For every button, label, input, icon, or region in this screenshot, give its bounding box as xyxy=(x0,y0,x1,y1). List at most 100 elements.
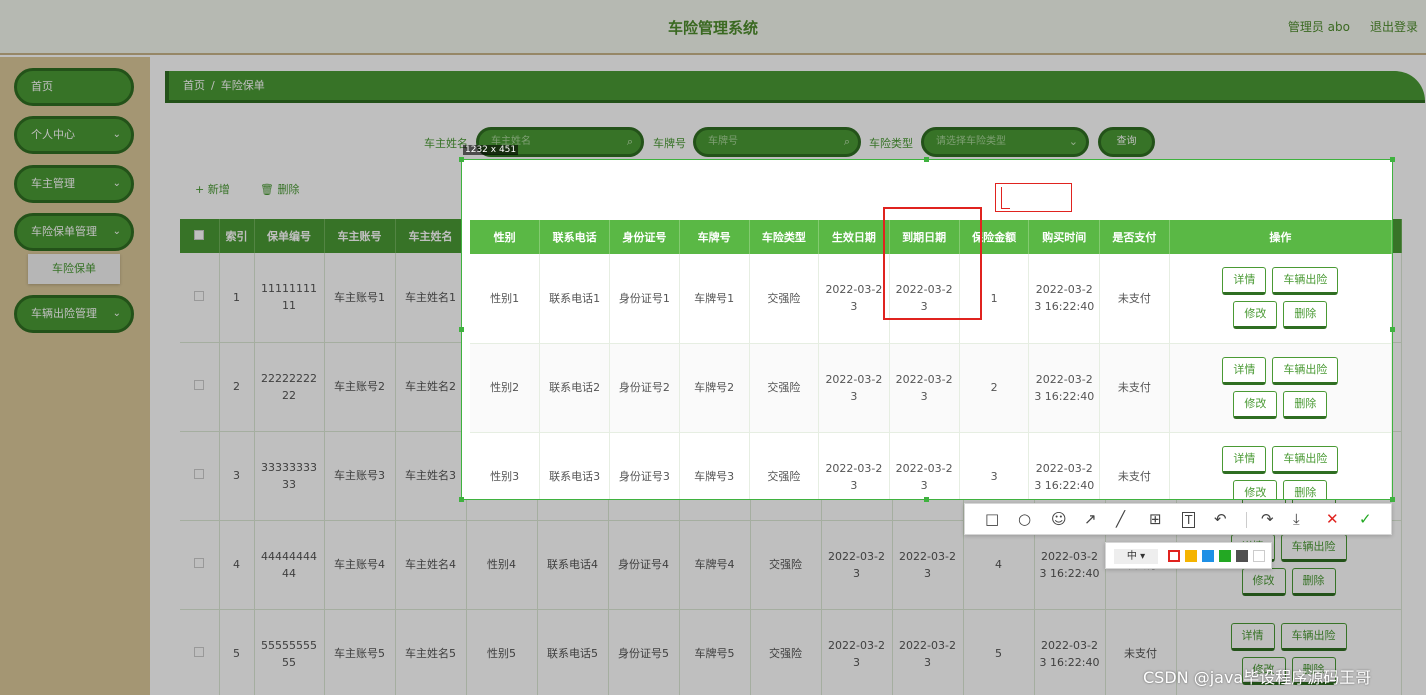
resize-handle[interactable] xyxy=(459,327,464,332)
color-picker-bar: 中 ▾ xyxy=(1105,542,1272,569)
detail-button[interactable]: 详情 xyxy=(1222,267,1267,296)
column-header: 性别 xyxy=(470,220,541,254)
table-row: 性别3 联系电话3 身份证号3 车牌号3 交强险 2022-03-2 3 2022-03-2 3… xyxy=(470,432,1392,499)
table-row: 性别2 联系电话2 身份证号2 车牌号2 交强险 2022-03-2 3 2022-03-2 3… xyxy=(470,343,1392,433)
cell-line: 3 16:22:40 xyxy=(1034,389,1095,403)
resize-handle[interactable] xyxy=(459,157,464,162)
start-date-cell: 2022-03-2 3 xyxy=(818,343,890,433)
mosaic-tool-icon[interactable]: ⊞ xyxy=(1149,510,1162,528)
annotation-rectangle[interactable] xyxy=(883,207,982,320)
cell-line: 3 xyxy=(920,478,928,492)
cell-line: 2022-03-2 xyxy=(1035,283,1093,297)
cell-line: 2022-03-2 xyxy=(895,461,953,475)
screenshot-toolbar: □ ○ ☺ ↗ ╱ ⊞ T ↶ ↷ ⤓ ✕ ✓ xyxy=(964,503,1392,535)
cell-line: 3 16:22:40 xyxy=(1034,478,1095,492)
type-cell: 交强险 xyxy=(749,254,820,344)
color-swatch-blue[interactable] xyxy=(1202,550,1214,562)
paid-cell: 未支付 xyxy=(1099,343,1170,433)
download-icon[interactable]: ⤓ xyxy=(1293,510,1300,528)
cell-line: 3 xyxy=(850,300,858,314)
id-card-cell: 身份证号3 xyxy=(609,432,680,499)
close-icon[interactable]: ✕ xyxy=(1326,510,1339,528)
resize-handle[interactable] xyxy=(1390,157,1395,162)
cell-line: 2022-03-2 xyxy=(1035,372,1093,386)
annotation-text-input[interactable] xyxy=(995,183,1072,212)
line-tool-icon[interactable]: ╱ xyxy=(1116,510,1125,528)
claim-button[interactable]: 车辆出险 xyxy=(1272,267,1339,296)
end-date-cell: 2022-03-2 3 xyxy=(889,432,960,499)
cell-line: 3 xyxy=(850,389,858,403)
actions-cell: 详情车辆出险修改删除 xyxy=(1169,343,1392,433)
id-card-cell: 身份证号2 xyxy=(609,343,680,433)
plate-cell: 车牌号1 xyxy=(679,254,750,344)
cell-line: 2022-03-2 xyxy=(1035,461,1093,475)
type-cell: 交强险 xyxy=(749,343,820,433)
start-date-cell: 2022-03-2 3 xyxy=(818,432,890,499)
text-tool-icon[interactable]: T xyxy=(1182,512,1196,528)
confirm-check-icon[interactable]: ✓ xyxy=(1359,510,1372,528)
amount-cell: 3 xyxy=(959,432,1030,499)
screenshot-dim-left xyxy=(0,159,461,695)
gender-cell: 性别1 xyxy=(470,254,541,344)
cell-line: 2022-03-2 xyxy=(825,372,883,386)
cell-line: 3 xyxy=(920,389,928,403)
amount-cell: 2 xyxy=(959,343,1030,433)
delete-button[interactable]: 删除 xyxy=(1283,479,1328,499)
arrow-tool-icon[interactable]: ↗ xyxy=(1084,510,1097,528)
claim-button[interactable]: 车辆出险 xyxy=(1272,445,1339,474)
detail-button[interactable]: 详情 xyxy=(1222,356,1267,385)
edit-button[interactable]: 修改 xyxy=(1233,479,1278,499)
detail-button[interactable]: 详情 xyxy=(1222,445,1267,474)
column-header: 车牌号 xyxy=(679,220,750,254)
buy-time-cell: 2022-03-2 3 16:22:40 xyxy=(1028,432,1101,499)
resize-handle[interactable] xyxy=(924,497,929,502)
paid-cell: 未支付 xyxy=(1099,254,1170,344)
plate-cell: 车牌号2 xyxy=(679,343,750,433)
claim-button[interactable]: 车辆出险 xyxy=(1272,356,1339,385)
share-icon[interactable]: ↷ xyxy=(1261,510,1274,528)
plate-cell: 车牌号3 xyxy=(679,432,750,499)
font-size-select[interactable]: 中 ▾ xyxy=(1114,549,1158,564)
edit-button[interactable]: 修改 xyxy=(1233,390,1278,419)
buy-time-cell: 2022-03-2 3 16:22:40 xyxy=(1028,254,1101,344)
gender-cell: 性别3 xyxy=(470,432,541,499)
actions-cell: 详情车辆出险修改删除 xyxy=(1169,432,1392,499)
watermark: CSDN @java毕设程序源码王哥 xyxy=(1143,668,1372,687)
edit-button[interactable]: 修改 xyxy=(1233,301,1278,330)
gender-cell: 性别2 xyxy=(470,343,541,433)
delete-button[interactable]: 删除 xyxy=(1283,301,1328,330)
emoji-tool-icon[interactable]: ☺ xyxy=(1051,510,1067,528)
text-cursor-icon xyxy=(1001,187,1010,209)
start-date-cell: 2022-03-2 3 xyxy=(818,254,890,344)
resize-handle[interactable] xyxy=(924,157,929,162)
color-swatch-gray[interactable] xyxy=(1236,550,1248,562)
resize-handle[interactable] xyxy=(1390,497,1395,502)
cell-line: 2022-03-2 xyxy=(895,372,953,386)
column-header: 是否支付 xyxy=(1099,220,1170,254)
color-swatch-green[interactable] xyxy=(1219,550,1231,562)
selection-size-label: 1232 x 451 xyxy=(463,145,519,155)
column-header: 生效日期 xyxy=(818,220,890,254)
color-swatch-yellow[interactable] xyxy=(1185,550,1197,562)
column-header: 身份证号 xyxy=(609,220,680,254)
resize-handle[interactable] xyxy=(459,497,464,502)
cell-line: 2022-03-2 xyxy=(825,283,883,297)
phone-cell: 联系电话1 xyxy=(539,254,611,344)
column-header: 操作 xyxy=(1169,220,1392,254)
color-swatch-red[interactable] xyxy=(1168,550,1180,562)
toolbar-divider xyxy=(1246,512,1247,528)
phone-cell: 联系电话3 xyxy=(539,432,611,499)
phone-cell: 联系电话2 xyxy=(539,343,611,433)
screenshot-dim-top xyxy=(0,0,1426,159)
color-swatch-white[interactable] xyxy=(1253,550,1265,562)
undo-icon[interactable]: ↶ xyxy=(1214,510,1227,528)
screenshot-dim-right xyxy=(1393,159,1426,695)
ellipse-tool-icon[interactable]: ○ xyxy=(1018,510,1031,528)
rectangle-tool-icon[interactable]: □ xyxy=(985,510,999,528)
buy-time-cell: 2022-03-2 3 16:22:40 xyxy=(1028,343,1101,433)
resize-handle[interactable] xyxy=(1390,327,1395,332)
cell-line: 2022-03-2 xyxy=(825,461,883,475)
delete-button[interactable]: 删除 xyxy=(1283,390,1328,419)
paid-cell: 未支付 xyxy=(1099,432,1170,499)
actions-cell: 详情车辆出险修改删除 xyxy=(1169,254,1392,344)
